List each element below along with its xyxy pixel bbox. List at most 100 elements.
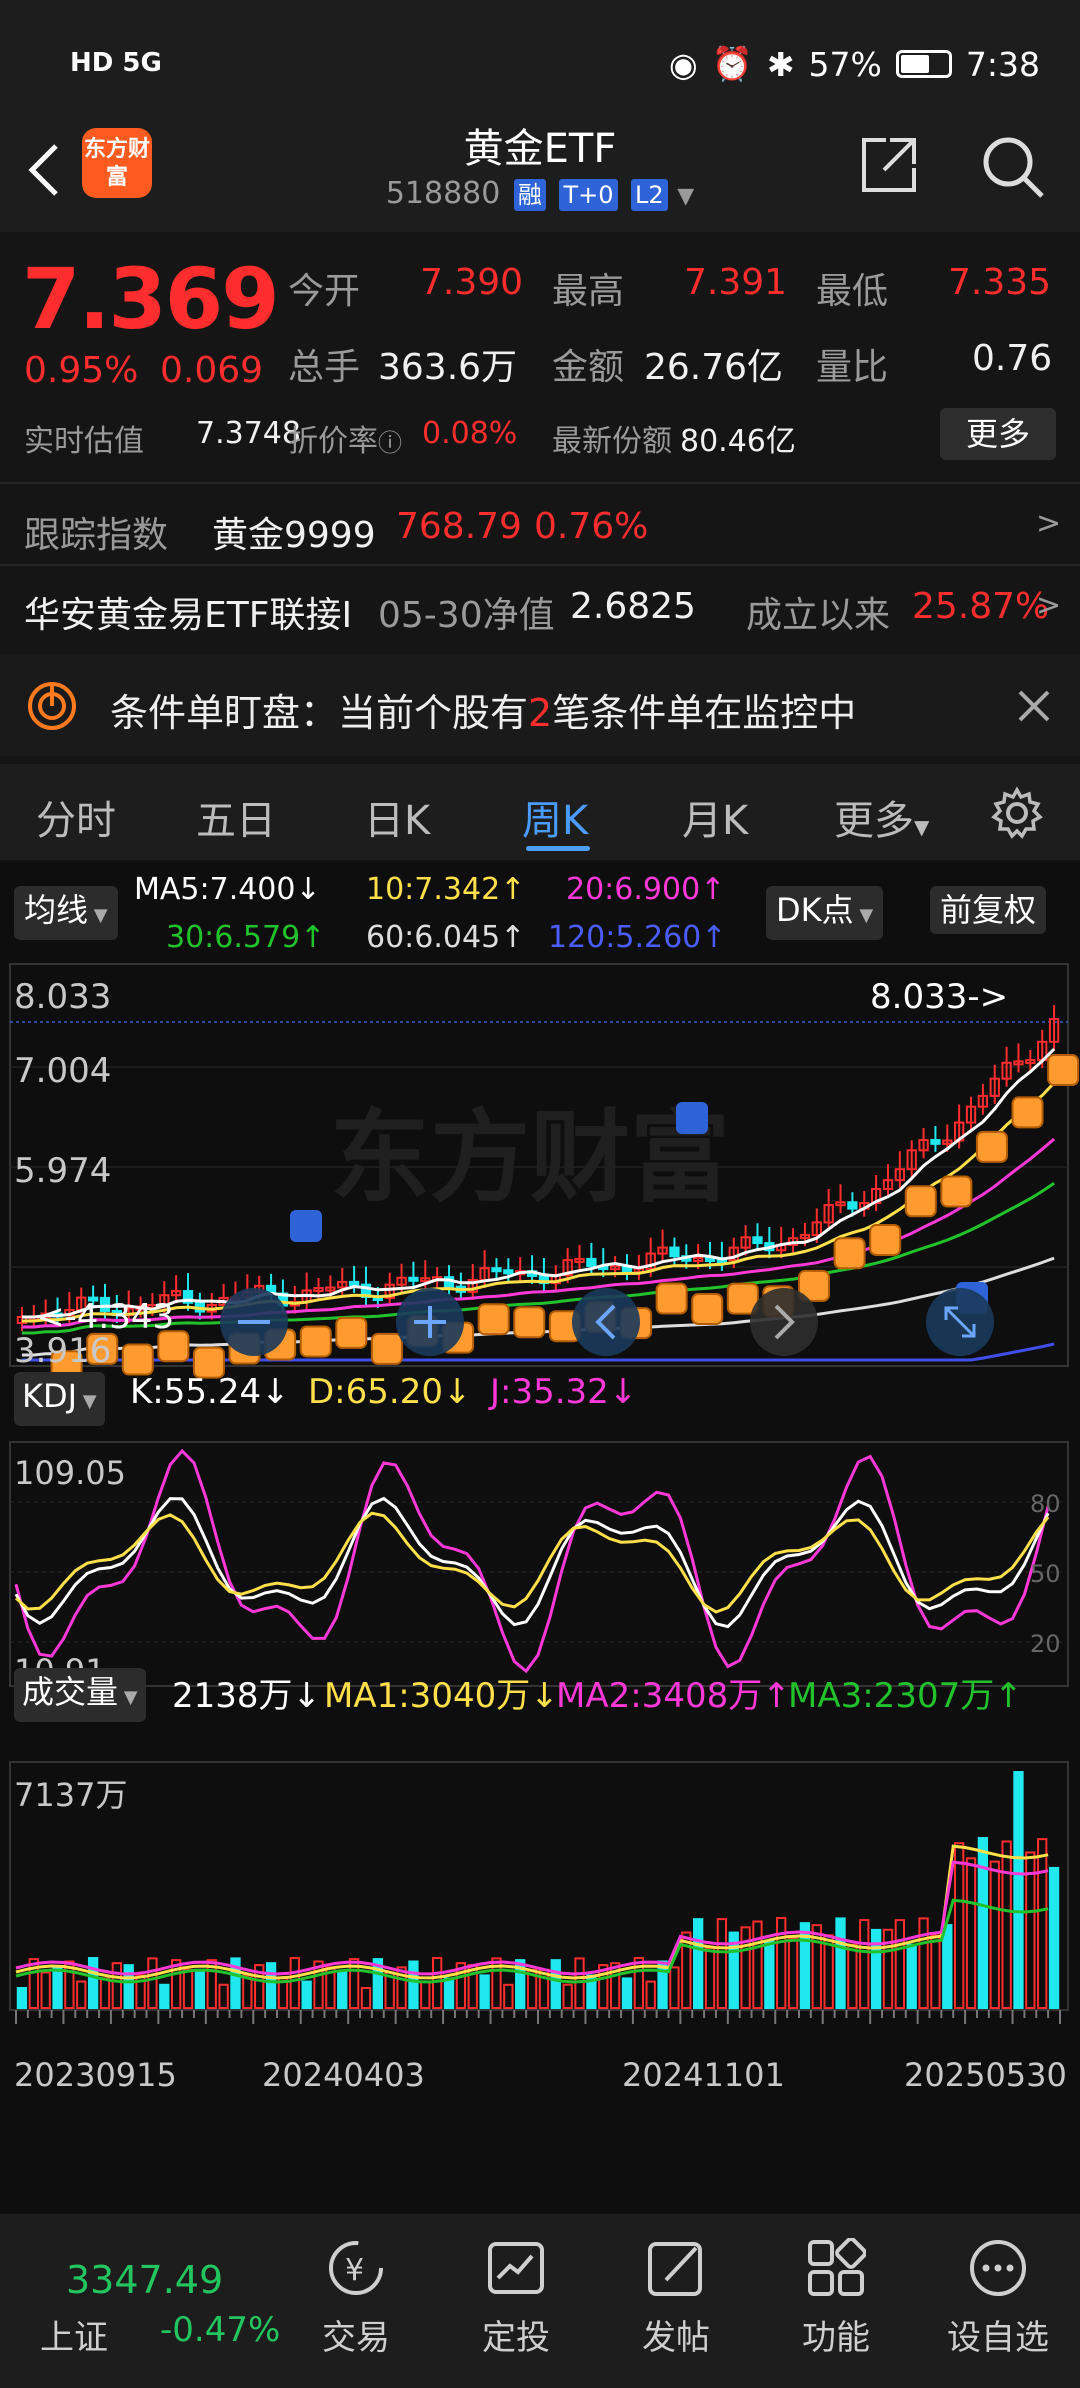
watermark: 东方财富 (330, 1099, 730, 1216)
signal-badge (299, 1325, 332, 1358)
ma5-label: MA5:7.400↓ (134, 872, 321, 907)
high-value: 7.391 (684, 262, 788, 303)
candle-body (752, 1236, 763, 1245)
security-code: 518880 (385, 176, 501, 211)
condition-order-banner[interactable]: 条件单盯盘：当前个股有2笔条件单在监控中 (0, 654, 1080, 756)
index-ticker[interactable]: 3347.49 上证 -0.47% (0, 2214, 280, 2388)
date-label-2: 20241101 (622, 2056, 785, 2094)
volume-bar (76, 1980, 87, 2009)
banner-text: 条件单盯盘：当前个股有2笔条件单在监控中 (110, 691, 857, 735)
tracking-index-row[interactable]: 跟踪指数 黄金9999 768.79 0.76% > (0, 484, 1080, 564)
ma-selector-button[interactable]: 均线 ▼ (14, 886, 118, 940)
volume-bar (16, 1987, 28, 2009)
eye-icon: ◉ (668, 44, 698, 84)
signal-badge (335, 1316, 368, 1349)
info-icon[interactable]: ⓘ (378, 429, 402, 457)
signal-badge (904, 1185, 937, 1218)
nav-label: 05-30净值 (378, 595, 555, 636)
nav-add-watchlist[interactable]: 设自选 (928, 2238, 1068, 2359)
ma10-label: 10:7.342↑ (366, 872, 526, 907)
signal-badge (1047, 1054, 1080, 1087)
volume-bar (40, 1971, 51, 2010)
grid-icon (808, 2238, 866, 2296)
kline-chart-area[interactable]: 均线 ▼ MA5:7.400↓ 10:7.342↑ 20:6.900↑ 30:6… (0, 862, 1080, 2214)
settings-gear-icon[interactable] (990, 786, 1044, 840)
scroll-left-button[interactable] (572, 1288, 640, 1356)
tracking-value: 768.79 (396, 506, 522, 547)
fund-name: 华安黄金易ETF联接I (24, 595, 353, 636)
tab-5day[interactable]: 五日 (196, 788, 276, 846)
zoom-out-button[interactable] (220, 1288, 288, 1356)
caret-down-icon: ▼ (677, 184, 695, 209)
volume-bar (289, 1957, 300, 2010)
alarm-icon: ⏰ (711, 44, 753, 83)
price-adjust-button[interactable]: 前复权 (930, 886, 1047, 934)
y-label-bottom: 3.916 (14, 1331, 111, 1371)
tab-monthly[interactable]: 月K (682, 788, 748, 846)
ma20-label: 20:6.900↑ (566, 872, 726, 907)
edit-icon (648, 2242, 702, 2296)
volume-bar (989, 1860, 1000, 2010)
volume-bar (194, 1968, 206, 2009)
kline-svg[interactable]: 东方财富 8.033 7.004 5.974 3.916 8.033-> <-4… (0, 962, 1080, 2202)
volume-bar (954, 1842, 965, 2010)
linked-fund-row[interactable]: 华安黄金易ETF联接I 05-30净值 2.6825 成立以来 25.87% > (0, 566, 1080, 648)
signal-badge (370, 1332, 403, 1365)
volume-bar (930, 1934, 941, 2010)
tab-daily[interactable]: 日K (364, 788, 430, 846)
scroll-right-button[interactable] (750, 1288, 818, 1356)
tracking-label: 跟踪指数 (24, 515, 169, 556)
kdj-selector-button[interactable]: KDJ ▼ (14, 1372, 105, 1426)
target-icon (28, 682, 76, 730)
more-button[interactable]: 更多 (940, 408, 1056, 460)
volume-bar (621, 1977, 633, 2010)
volume-bar (918, 1917, 929, 2009)
volume-selector-button[interactable]: 成交量 ▼ (14, 1668, 146, 1722)
volume-bars-group (15, 1771, 1060, 2010)
kdj-lines-group (14, 1448, 1050, 1674)
estimate-value: 7.3748 (196, 416, 301, 451)
volume-max-label: 7137万 (14, 1776, 127, 1814)
tab-intraday[interactable]: 分时 (36, 788, 116, 846)
volume-bar (787, 1937, 799, 2009)
fullscreen-button[interactable] (926, 1288, 994, 1356)
open-label: 今开 (288, 271, 361, 312)
volume-bar (1048, 1866, 1060, 2009)
dk-point-button[interactable]: DK点 ▼ (766, 886, 884, 940)
search-icon[interactable] (978, 132, 1048, 202)
signal-badge (1011, 1096, 1044, 1129)
volume-bar (894, 1919, 905, 2010)
low-price-marker: <-4.343 (36, 1297, 174, 1337)
volume-label: 总手 (288, 347, 361, 388)
share-icon[interactable] (856, 132, 922, 198)
premium-label: 折价率 (288, 424, 378, 459)
volume-bar (704, 1946, 716, 2010)
volume-bar (242, 1974, 253, 2010)
high-price-marker: 8.033-> (870, 977, 1008, 1017)
volume-bar (870, 1928, 882, 2009)
tab-more[interactable]: 更多▼ (834, 788, 929, 846)
nav-trade[interactable]: ¥ 交易 (286, 2238, 426, 2359)
zoom-in-button[interactable] (396, 1288, 464, 1356)
ratio-value: 0.76 (972, 338, 1053, 379)
active-tab-indicator (526, 846, 590, 851)
tag-l2: L2 (631, 179, 668, 211)
tag-margin: 融 (513, 179, 546, 211)
low-label: 最低 (816, 271, 889, 312)
volume-bar (218, 1983, 229, 2010)
shares-value: 80.46亿 (680, 424, 796, 459)
nav-post[interactable]: 发帖 (606, 2238, 746, 2359)
caret-down-icon: ▼ (914, 815, 930, 839)
close-icon[interactable] (1016, 688, 1052, 724)
date-label-3: 20250530 (904, 2056, 1067, 2094)
index-name: 上证 (40, 2318, 108, 2358)
estimate-label: 实时估值 (24, 424, 144, 459)
volume-bar (111, 1962, 122, 2010)
signal-badge (121, 1343, 154, 1376)
signal-badge (513, 1306, 546, 1339)
volume-bar (87, 1957, 99, 2009)
tab-weekly[interactable]: 周K (522, 788, 588, 846)
nav-functions[interactable]: 功能 (766, 2238, 906, 2359)
nav-invest-plan[interactable]: 定投 (446, 2238, 586, 2359)
volume-bar (123, 1964, 134, 2010)
